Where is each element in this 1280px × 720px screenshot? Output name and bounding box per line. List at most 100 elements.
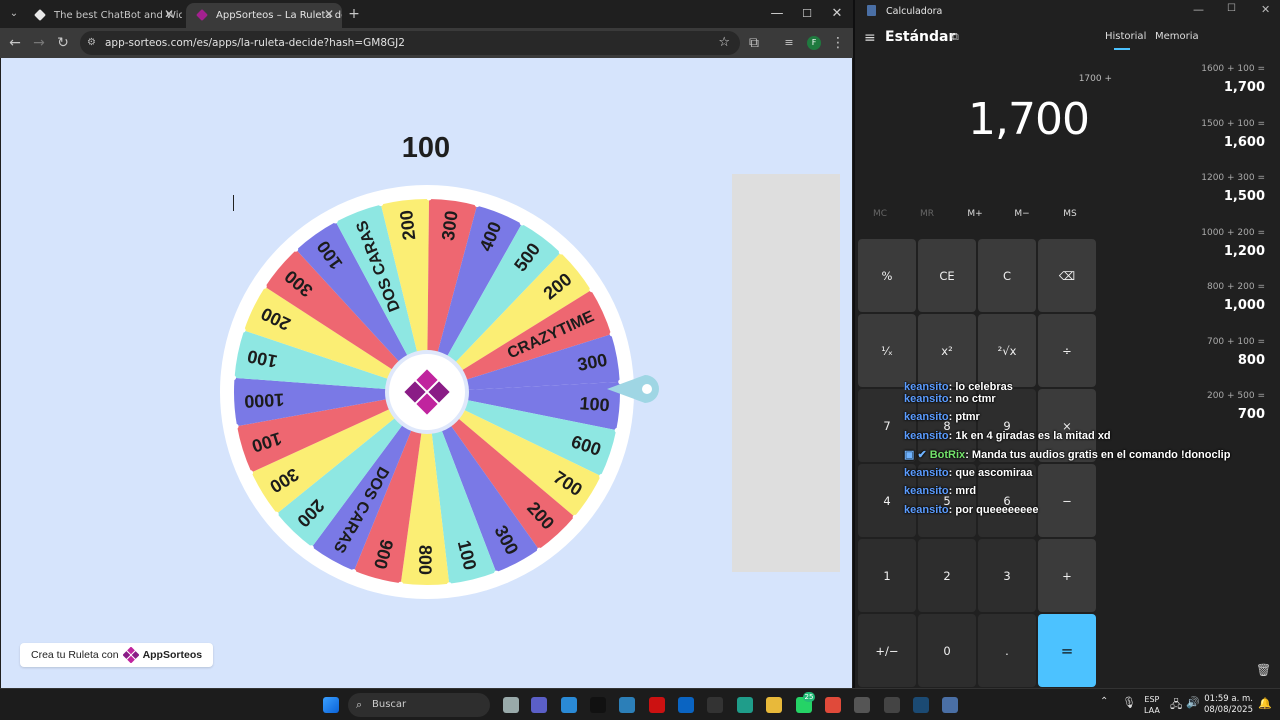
wheel-peg — [494, 570, 500, 576]
clear-history-icon[interactable]: 🗑 — [1256, 663, 1271, 677]
key-button[interactable]: = — [1038, 614, 1096, 687]
wheel-peg — [398, 581, 404, 587]
store-icon[interactable] — [561, 697, 577, 713]
history-expression[interactable]: 1600 + 100 = — [1165, 64, 1265, 74]
history-result[interactable]: 700 — [1165, 407, 1265, 422]
history-expression[interactable]: 1500 + 100 = — [1165, 119, 1265, 129]
obs-icon[interactable] — [884, 697, 900, 713]
history-result[interactable]: 1,700 — [1165, 80, 1265, 95]
key-button[interactable]: x² — [918, 314, 976, 387]
history-expression[interactable]: 1200 + 300 = — [1165, 173, 1265, 183]
search-icon: ⌕ — [356, 698, 363, 711]
memory-button[interactable]: M− — [1002, 209, 1042, 219]
chat-text: : Manda tus audios gratis en el comando … — [965, 449, 1231, 461]
key-button[interactable]: ¹⁄ₓ — [858, 314, 916, 387]
key-button[interactable]: . — [978, 614, 1036, 687]
tab-appsorteos[interactable]: AppSorteos – La Ruleta de ✕ — [186, 3, 342, 28]
key-button[interactable]: 0 — [918, 614, 976, 687]
task-view-icon[interactable] — [503, 697, 519, 713]
back-icon[interactable]: ← — [5, 33, 25, 53]
key-button[interactable]: − — [1038, 464, 1096, 537]
search-placeholder: Buscar — [372, 699, 407, 710]
close-tab-icon[interactable]: ✕ — [324, 7, 334, 21]
calc-close-button[interactable]: ✕ — [1261, 3, 1270, 16]
memory-button[interactable]: M+ — [955, 209, 995, 219]
extensions-icon[interactable]: ⧉ — [744, 33, 764, 53]
profile-avatar[interactable]: F — [807, 36, 821, 50]
app-icon[interactable] — [854, 697, 870, 713]
new-tab-button[interactable]: + — [344, 4, 364, 24]
history-expression[interactable]: 800 + 200 = — [1165, 282, 1265, 292]
bookmark-star-icon[interactable]: ☆ — [718, 31, 730, 55]
history-result[interactable]: 800 — [1165, 353, 1265, 368]
key-button[interactable]: + — [1038, 539, 1096, 612]
key-button[interactable]: CE — [918, 239, 976, 312]
close-window-button[interactable]: ✕ — [822, 3, 852, 25]
key-button[interactable]: 2 — [918, 539, 976, 612]
address-bar[interactable]: ⚙ app-sorteos.com/es/apps/la-ruleta-deci… — [80, 31, 740, 55]
wheel-peg — [231, 375, 237, 381]
image-app-icon[interactable] — [619, 697, 635, 713]
keep-on-top-icon[interactable]: ⧉ — [951, 30, 959, 44]
tab-history[interactable]: Historial — [1105, 31, 1146, 42]
key-button[interactable]: ⌫ — [1038, 239, 1096, 312]
calc-minimize-button[interactable]: — — [1193, 3, 1204, 16]
tab-memory[interactable]: Memoria — [1155, 31, 1199, 42]
history-result[interactable]: 1,500 — [1165, 189, 1265, 204]
media-control-icon[interactable]: ≡ — [779, 33, 799, 53]
create-roulette-link[interactable]: Crea tu Ruleta con AppSorteos — [20, 643, 214, 667]
outlook-icon[interactable] — [678, 697, 694, 713]
key-button[interactable]: ²√x — [978, 314, 1036, 387]
key-button[interactable]: 3 — [978, 539, 1036, 612]
menu-icon[interactable]: ⋮ — [828, 33, 848, 53]
wheel-segment-label: 1000 — [244, 389, 285, 411]
history-expression[interactable]: 1000 + 200 = — [1165, 228, 1265, 238]
steam-icon[interactable] — [913, 697, 929, 713]
wheel-peg — [474, 202, 480, 208]
key-button[interactable]: +/− — [858, 614, 916, 687]
notifications-icon[interactable]: 🔔 — [1258, 697, 1272, 710]
windows-start-icon[interactable] — [323, 697, 339, 713]
history-result[interactable]: 1,200 — [1165, 244, 1265, 259]
history-result[interactable]: 1,000 — [1165, 298, 1265, 313]
hamburger-menu-icon[interactable]: ≡ — [864, 30, 876, 46]
history-expression[interactable]: 200 + 500 = — [1165, 391, 1265, 401]
history-result[interactable]: 1,600 — [1165, 135, 1265, 150]
show-hidden-icons[interactable]: ⌃ — [1100, 696, 1108, 707]
taskbar-search[interactable]: ⌕ Buscar — [348, 693, 490, 717]
teams-icon[interactable] — [531, 697, 547, 713]
history-expression[interactable]: 700 + 100 = — [1165, 337, 1265, 347]
network-icon[interactable]: 🖧 — [1170, 696, 1182, 715]
calculator-icon[interactable] — [942, 697, 958, 713]
forward-icon[interactable]: → — [29, 33, 49, 53]
memory-button[interactable]: MS — [1050, 209, 1090, 219]
language-indicator[interactable]: ESP LAA — [1144, 694, 1160, 716]
tiktok-icon[interactable] — [590, 697, 606, 713]
key-button[interactable]: ÷ — [1038, 314, 1096, 387]
wheel-peg — [446, 582, 452, 588]
reload-icon[interactable]: ↻ — [53, 33, 73, 53]
wheel-segment-label: 200 — [396, 209, 419, 241]
edge-icon[interactable] — [737, 697, 753, 713]
calc-maximize-button[interactable]: ☐ — [1227, 3, 1236, 14]
key-button[interactable]: C — [978, 239, 1036, 312]
memory-button[interactable]: MR — [907, 209, 947, 219]
close-tab-icon[interactable]: ✕ — [164, 7, 174, 21]
maximize-button[interactable]: ☐ — [792, 3, 822, 25]
key-button[interactable]: % — [858, 239, 916, 312]
chat-message: keansito: por queeeeeeee — [904, 504, 1039, 516]
tab-chatbot[interactable]: The best ChatBot and Widgets ✕ — [24, 3, 182, 28]
tab-search-button[interactable]: ⌄ — [4, 4, 24, 24]
chrome-icon[interactable] — [825, 697, 841, 713]
wheel-peg — [558, 249, 564, 255]
clock[interactable]: 01:59 a. m. 08/08/2025 — [1198, 694, 1253, 716]
terminal-icon[interactable] — [707, 697, 723, 713]
site-info-icon[interactable]: ⚙ — [87, 31, 96, 55]
file-explorer-icon[interactable] — [766, 697, 782, 713]
memory-button[interactable]: MC — [860, 209, 900, 219]
roulette-wheel[interactable]: 100600700200300100800900DOS CARAS2003001… — [217, 182, 637, 602]
netflix-icon[interactable] — [649, 697, 665, 713]
microphone-icon[interactable]: 🎙 — [1122, 696, 1136, 709]
key-button[interactable]: 1 — [858, 539, 916, 612]
minimize-button[interactable]: — — [762, 3, 792, 25]
